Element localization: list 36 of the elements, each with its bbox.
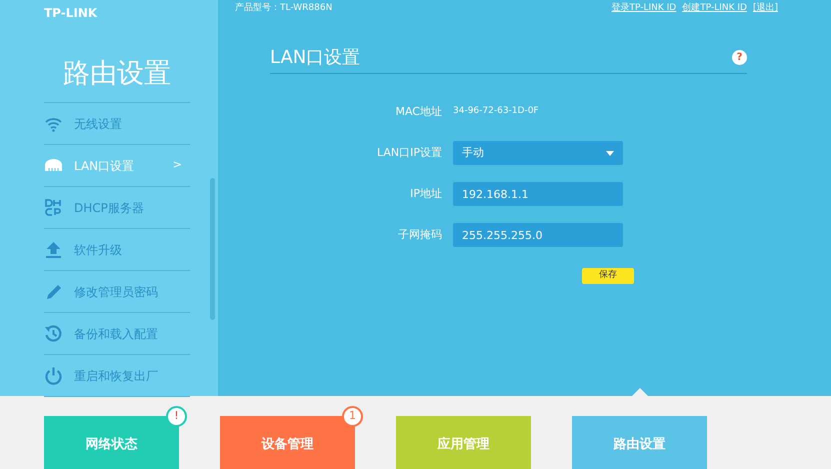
field-label: MAC地址 (394, 104, 443, 120)
sidebar-item[interactable]: 重启和恢复出厂 (44, 355, 190, 397)
input-field[interactable]: 255.255.255.0 (453, 223, 623, 247)
brand-logo: TP-LINK (44, 6, 98, 20)
sidebar-item[interactable]: 无线设置 (44, 103, 190, 145)
field-label: LAN口IP设置 (376, 144, 443, 161)
input-field[interactable]: 192.168.1.1 (453, 182, 623, 206)
scrollbar[interactable] (210, 178, 215, 320)
notification-badge: ! (166, 406, 187, 427)
panel-title: LAN口设置 (270, 46, 360, 70)
caret-icon (606, 150, 614, 156)
field-label: IP地址 (409, 186, 443, 202)
dhcp-icon (44, 198, 63, 217)
sidebar-item[interactable]: 修改管理员密码 (44, 271, 190, 313)
header-link[interactable]: 登录TP-LINK ID (612, 3, 676, 13)
nav-tile[interactable]: 应用管理 (396, 416, 531, 469)
pencil-icon (44, 282, 63, 301)
sidebar-item[interactable]: 备份和载入配置 (44, 313, 190, 355)
model-number: 产品型号：TL-WR886N (235, 2, 332, 15)
dropdown-field[interactable]: 手动 (453, 141, 623, 165)
header-link[interactable]: [退出] (752, 3, 778, 13)
save-button[interactable]: 保存 (582, 268, 634, 284)
nav-tile[interactable]: 网络状态 (44, 416, 179, 469)
header-link[interactable]: 创建TP-LINK ID (682, 3, 747, 13)
sidebar-title: 路由设置 (44, 54, 190, 103)
notification-badge: 1 (342, 406, 363, 427)
nav-tile[interactable]: 路由设置 (572, 416, 707, 469)
help-icon[interactable]: ? (732, 50, 747, 65)
power-icon (44, 366, 63, 385)
field-value: 34-96-72-63-1D-0F (453, 105, 539, 118)
sidebar-item[interactable]: 软件升级 (44, 229, 190, 271)
field-label: 子网掩码 (397, 226, 443, 243)
sidebar-item[interactable]: LAN口设置 > (44, 145, 190, 187)
upload-icon (44, 240, 63, 259)
sidebar-item[interactable]: DHCP服务器 (44, 187, 190, 229)
history-icon (44, 324, 63, 343)
